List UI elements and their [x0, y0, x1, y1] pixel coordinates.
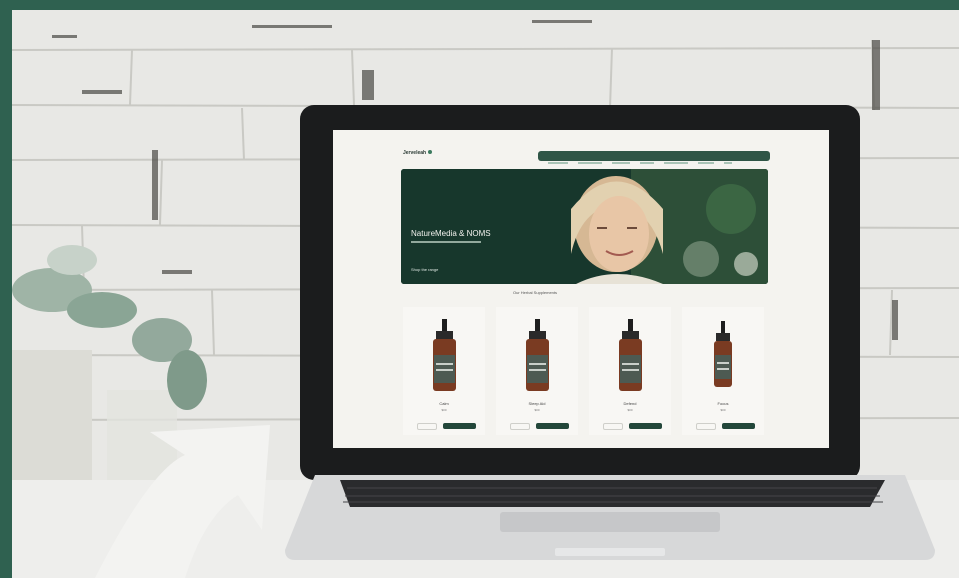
curved-arrow-icon	[95, 425, 270, 578]
